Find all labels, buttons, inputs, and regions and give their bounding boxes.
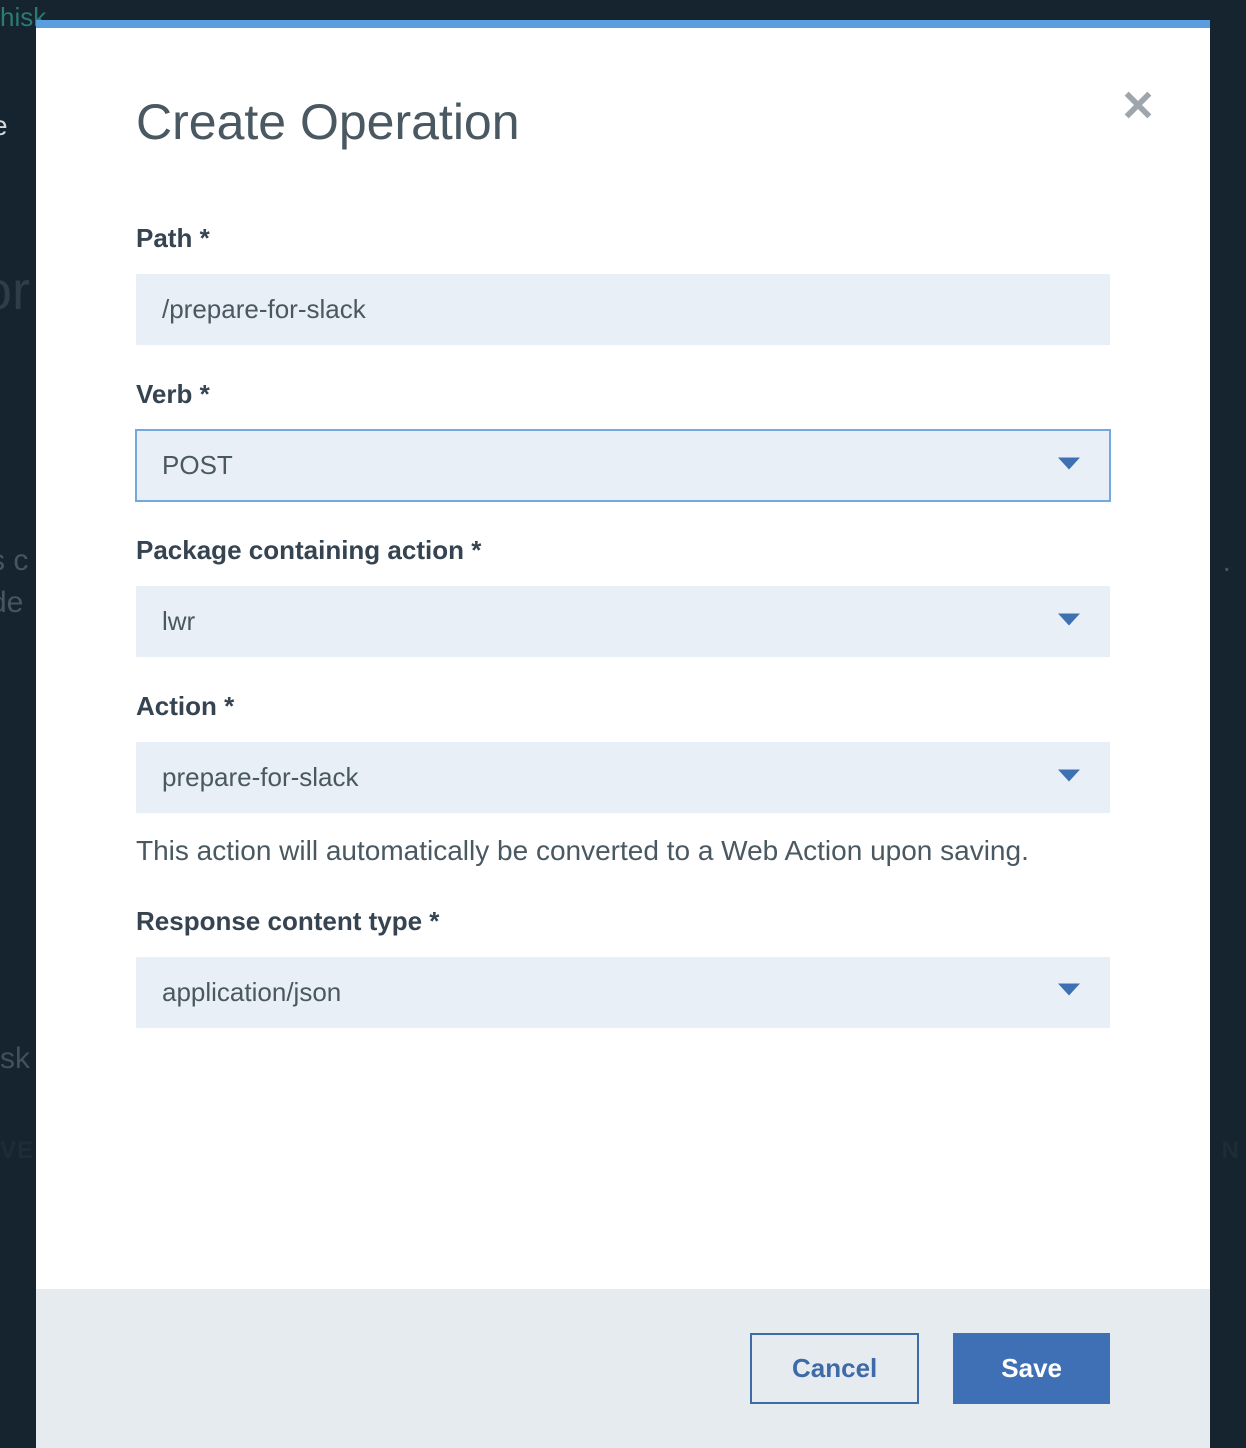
package-group: Package containing action * lwr [136, 535, 1110, 657]
verb-group: Verb * POST [136, 379, 1110, 501]
action-label: Action * [136, 691, 1110, 722]
response-type-group: Response content type * application/json [136, 906, 1110, 1028]
action-group: Action * prepare-for-slack This action w… [136, 691, 1110, 872]
save-button[interactable]: Save [953, 1333, 1110, 1404]
cancel-button[interactable]: Cancel [750, 1333, 919, 1404]
package-select[interactable]: lwr [136, 586, 1110, 657]
response-type-label: Response content type * [136, 906, 1110, 937]
modal-overlay: Create Operation Path * Verb * POST Pack… [0, 0, 1246, 1448]
verb-select[interactable]: POST [136, 430, 1110, 501]
modal-footer: Cancel Save [36, 1289, 1210, 1448]
path-input[interactable] [136, 274, 1110, 345]
modal-body: Create Operation Path * Verb * POST Pack… [36, 28, 1210, 1289]
modal-title: Create Operation [136, 93, 1110, 151]
response-type-select[interactable]: application/json [136, 957, 1110, 1028]
close-icon[interactable] [1121, 88, 1155, 127]
path-group: Path * [136, 223, 1110, 345]
action-select[interactable]: prepare-for-slack [136, 742, 1110, 813]
create-operation-modal: Create Operation Path * Verb * POST Pack… [36, 20, 1210, 1448]
package-label: Package containing action * [136, 535, 1110, 566]
action-help-text: This action will automatically be conver… [136, 831, 1110, 872]
path-label: Path * [136, 223, 1110, 254]
modal-accent-bar [36, 20, 1210, 28]
verb-label: Verb * [136, 379, 1110, 410]
